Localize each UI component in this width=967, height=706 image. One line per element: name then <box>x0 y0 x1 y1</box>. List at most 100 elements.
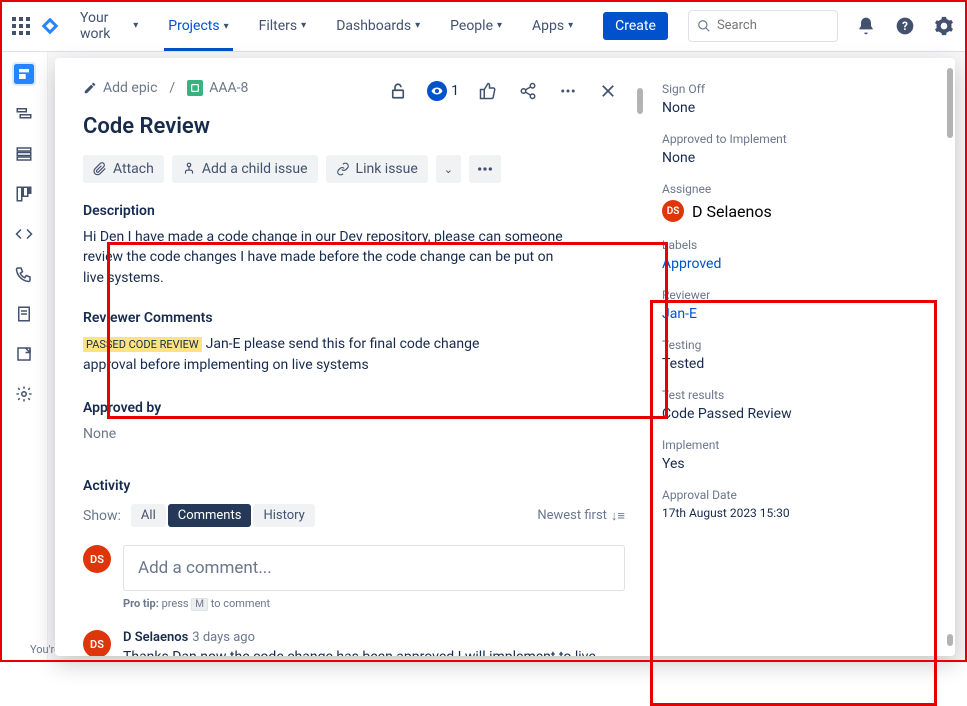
nav-filters[interactable]: Filters▾ <box>255 14 311 38</box>
chevron-down-icon: ▾ <box>301 20 306 31</box>
phone-icon[interactable] <box>12 262 36 286</box>
search-icon <box>697 19 711 33</box>
tip-suffix: to comment <box>211 597 270 610</box>
jira-logo-icon[interactable] <box>40 16 60 36</box>
comment-input-row: DS Add a comment... Pro tip: press M to … <box>83 545 625 610</box>
show-label: Show: <box>83 508 121 524</box>
code-icon[interactable] <box>12 222 36 246</box>
settings-icon[interactable] <box>932 12 955 40</box>
issue-modal: Add epic / AAA-8 1 Code Review Attach Ad… <box>55 58 955 656</box>
approved-impl-value[interactable]: None <box>662 150 933 166</box>
labels-value[interactable]: Approved <box>662 256 933 272</box>
chevron-down-icon: ▾ <box>497 20 502 31</box>
pencil-icon <box>83 81 97 95</box>
nav-projects[interactable]: Projects▾ <box>164 14 232 51</box>
link-dropdown-button[interactable]: ⌄ <box>436 155 461 183</box>
main-scrollbar[interactable] <box>635 88 645 646</box>
sort-toggle[interactable]: Newest first↓≡ <box>537 508 625 524</box>
scrollbar-thumb[interactable] <box>637 88 643 114</box>
page-icon[interactable] <box>12 302 36 326</box>
comment-box: Add a comment... Pro tip: press M to com… <box>123 545 625 610</box>
search-input[interactable] <box>717 18 829 33</box>
test-results-label: Test results <box>662 388 933 402</box>
link-issue-button[interactable]: Link issue <box>326 155 428 183</box>
add-shortcut-icon[interactable] <box>12 342 36 366</box>
close-icon[interactable] <box>597 80 619 102</box>
left-sidebar <box>0 52 48 662</box>
issue-key-text: AAA-8 <box>209 80 248 96</box>
sort-icon: ↓≡ <box>611 508 625 524</box>
attach-button[interactable]: Attach <box>83 155 164 183</box>
attach-label: Attach <box>113 161 154 177</box>
nav-your-work[interactable]: Your work▾ <box>76 6 142 46</box>
add-epic-link[interactable]: Add epic <box>83 80 157 96</box>
roadmap-icon[interactable] <box>12 102 36 126</box>
nav-dashboards[interactable]: Dashboards▾ <box>332 14 424 38</box>
notifications-icon[interactable] <box>854 12 877 40</box>
svg-text:?: ? <box>902 19 908 33</box>
implement-label: Implement <box>662 438 933 452</box>
reviewer-value[interactable]: Jan-E <box>662 306 933 322</box>
watch-button[interactable]: 1 <box>427 81 459 101</box>
side-scrollbar[interactable] <box>945 68 955 646</box>
approval-date-value[interactable]: 17th August 2023 15:30 <box>662 506 933 520</box>
reviewer-comments-text[interactable]: PASSED CODE REVIEWJan-E please send this… <box>83 334 523 376</box>
more-toolbar-button[interactable] <box>469 155 501 183</box>
search-box[interactable] <box>688 10 838 42</box>
nav-people[interactable]: People▾ <box>446 14 506 38</box>
reviewer-label: Reviewer <box>662 288 933 302</box>
nav-label: Apps <box>532 18 564 34</box>
test-results-value[interactable]: Code Passed Review <box>662 406 933 422</box>
issue-header-actions: 1 <box>387 80 619 102</box>
app-switcher-icon[interactable] <box>12 16 30 36</box>
more-actions-icon[interactable] <box>557 80 579 102</box>
chevron-down-icon: ⌄ <box>444 163 453 176</box>
sign-off-value[interactable]: None <box>662 100 933 116</box>
scrollbar-thumb[interactable] <box>947 634 953 646</box>
add-child-button[interactable]: Add a child issue <box>172 155 318 183</box>
lock-icon[interactable] <box>387 80 409 102</box>
testing-value[interactable]: Tested <box>662 356 933 372</box>
issue-type-icon <box>187 80 203 96</box>
activity-tabs: All Comments History <box>131 504 315 527</box>
add-child-label: Add a child issue <box>202 161 308 177</box>
issue-toolbar: Attach Add a child issue Link issue ⌄ <box>83 155 625 183</box>
assignee-avatar: DS <box>662 200 684 222</box>
comment-meta: D Selaenos 3 days ago <box>123 630 625 645</box>
add-epic-label: Add epic <box>103 80 157 96</box>
testing-label: Testing <box>662 338 933 352</box>
chevron-down-icon: ▾ <box>133 20 138 31</box>
implement-value[interactable]: Yes <box>662 456 933 472</box>
tab-all[interactable]: All <box>131 504 166 527</box>
issue-title[interactable]: Code Review <box>83 114 625 139</box>
scrollbar-thumb[interactable] <box>947 68 953 138</box>
board-icon[interactable] <box>12 182 36 206</box>
comment-time: 3 days ago <box>192 630 255 645</box>
ellipsis-icon <box>477 167 493 171</box>
backlog-icon[interactable] <box>12 142 36 166</box>
share-icon[interactable] <box>517 80 539 102</box>
comment-avatar: DS <box>83 630 111 656</box>
project-settings-icon[interactable] <box>12 382 36 406</box>
activity-filter-row: Show: All Comments History Newest first↓… <box>83 504 625 527</box>
tab-history[interactable]: History <box>253 504 314 527</box>
create-button[interactable]: Create <box>603 12 668 40</box>
issue-key-link[interactable]: AAA-8 <box>187 80 248 96</box>
watch-count: 1 <box>451 83 459 99</box>
help-icon[interactable]: ? <box>893 12 916 40</box>
assignee-value[interactable]: DS D Selaenos <box>662 200 933 222</box>
approved-by-value[interactable]: None <box>83 424 625 444</box>
breadcrumb-separator: / <box>169 80 175 96</box>
comment-tip: Pro tip: press M to comment <box>123 597 625 610</box>
child-issue-icon <box>182 162 196 176</box>
paperclip-icon <box>93 162 107 176</box>
project-icon[interactable] <box>12 62 36 86</box>
comment-input[interactable]: Add a comment... <box>123 545 625 591</box>
issue-main-panel: Add epic / AAA-8 1 Code Review Attach Ad… <box>55 58 645 656</box>
tab-comments[interactable]: Comments <box>168 504 252 527</box>
assignee-name: D Selaenos <box>692 202 772 221</box>
comment-author[interactable]: D Selaenos <box>123 630 188 645</box>
like-icon[interactable] <box>477 80 499 102</box>
description-text[interactable]: Hi Den I have made a code change in our … <box>83 227 563 288</box>
nav-apps[interactable]: Apps▾ <box>528 14 577 38</box>
